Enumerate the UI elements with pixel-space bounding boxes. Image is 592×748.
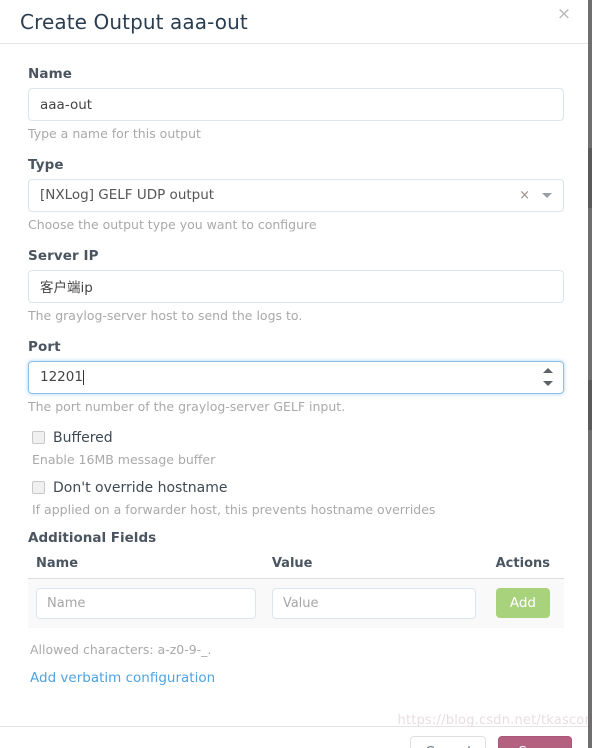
dont-override-hostname-help-text: If applied on a forwarder host, this pre… xyxy=(32,501,436,517)
table-header-row: Name Value Actions xyxy=(28,555,564,579)
cell-value xyxy=(263,578,484,628)
field-group-name: Name aaa-out Type a name for this output xyxy=(28,66,564,143)
close-icon[interactable]: × xyxy=(556,6,572,23)
server-ip-help-text: The graylog-server host to send the logs… xyxy=(28,307,303,323)
add-field-button[interactable]: Add xyxy=(495,587,550,619)
table-row: Add xyxy=(28,578,564,628)
port-input-wrapper: 12201 xyxy=(28,360,564,394)
cell-name xyxy=(28,578,264,628)
number-stepper[interactable] xyxy=(543,368,554,387)
window-right-edge xyxy=(588,0,592,748)
dont-override-hostname-checkbox-row[interactable]: Don't override hostname xyxy=(32,480,564,496)
port-input-value: 12201 xyxy=(40,369,83,386)
additional-fields-title: Additional Fields xyxy=(28,529,157,546)
clear-icon[interactable]: × xyxy=(519,189,530,202)
table-body: Add xyxy=(28,578,564,628)
column-header-name: Name xyxy=(28,555,264,579)
checkbox-icon-buffered[interactable] xyxy=(32,431,45,444)
chevron-down-icon[interactable] xyxy=(542,192,552,198)
modal-header: Create Output aaa-out × xyxy=(0,0,592,44)
dont-override-hostname-label[interactable]: Don't override hostname xyxy=(53,480,228,496)
field-group-type: Type [NXLog] GELF UDP output × Choose th… xyxy=(28,157,564,234)
additional-field-value-input[interactable] xyxy=(271,587,476,619)
cancel-button[interactable]: Cancel xyxy=(410,736,486,748)
port-label: Port xyxy=(28,338,61,355)
server-ip-input-value: 客户端ip xyxy=(40,280,93,297)
scrollbar-thumb[interactable] xyxy=(588,148,592,208)
save-button[interactable]: Save xyxy=(498,736,572,748)
page-title: Create Output aaa-out xyxy=(20,9,248,34)
column-header-actions: Actions xyxy=(483,555,564,579)
buffered-checkbox-row[interactable]: Buffered xyxy=(32,430,564,446)
table-header: Name Value Actions xyxy=(28,555,564,579)
stepper-down-icon[interactable] xyxy=(543,381,553,387)
type-label: Type xyxy=(28,156,64,173)
field-group-server-ip: Server IP 客户端ip The graylog-server host … xyxy=(28,248,564,325)
cell-actions: Add xyxy=(483,578,564,628)
buffered-help-text: Enable 16MB message buffer xyxy=(32,451,216,467)
server-ip-label: Server IP xyxy=(28,247,99,264)
type-help-text: Choose the output type you want to confi… xyxy=(28,216,317,232)
port-input[interactable]: 12201 xyxy=(28,360,564,394)
name-help-text: Type a name for this output xyxy=(28,126,201,141)
additional-fields-table: Name Value Actions Add xyxy=(28,555,564,628)
type-select-wrapper: [NXLog] GELF UDP output × xyxy=(28,178,564,212)
add-verbatim-configuration-link[interactable]: Add verbatim configuration xyxy=(30,670,215,686)
modal-footer: Cancel Save xyxy=(0,726,592,748)
name-input[interactable]: aaa-out xyxy=(28,88,564,121)
field-group-port: Port 12201 The port number of the graylo… xyxy=(28,339,564,416)
allowed-characters-help: Allowed characters: a-z0-9-_. xyxy=(30,641,212,657)
checkbox-icon-dont-override-hostname[interactable] xyxy=(32,481,45,494)
server-ip-input[interactable]: 客户端ip xyxy=(28,269,564,303)
name-label: Name xyxy=(28,66,73,82)
stepper-up-icon[interactable] xyxy=(543,368,553,374)
text-cursor xyxy=(82,369,84,385)
buffered-label[interactable]: Buffered xyxy=(53,430,113,446)
additional-field-name-input[interactable] xyxy=(36,587,256,619)
name-input-value: aaa-out xyxy=(40,96,93,113)
modal-body: Name aaa-out Type a name for this output… xyxy=(0,44,592,686)
port-help-text: The port number of the graylog-server GE… xyxy=(28,398,346,414)
scrollbar-thumb-2[interactable] xyxy=(588,380,592,430)
type-select-value: [NXLog] GELF UDP output xyxy=(40,187,215,204)
create-output-modal: Create Output aaa-out × Name aaa-out Typ… xyxy=(0,0,592,748)
column-header-value: Value xyxy=(263,555,484,579)
type-select[interactable]: [NXLog] GELF UDP output × xyxy=(28,178,564,212)
